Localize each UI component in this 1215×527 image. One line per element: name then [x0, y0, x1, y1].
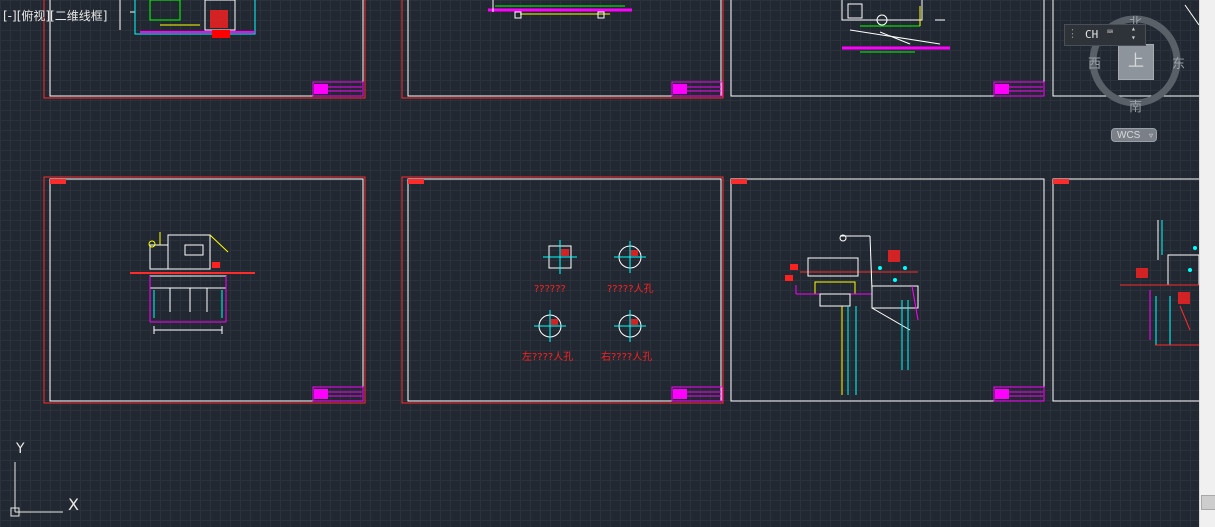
- hole-label-4: 右????人孔: [601, 350, 652, 363]
- sheet-7[interactable]: [730, 178, 1045, 402]
- ucs-y-label: Y: [16, 441, 25, 457]
- sheet-5[interactable]: [43, 176, 366, 404]
- wcs-label: WCS: [1117, 130, 1141, 141]
- ime-language-bar[interactable]: ⋮ CH ⌨ ▴ ▾: [1064, 24, 1146, 46]
- scrollbar-thumb[interactable]: [1201, 495, 1215, 510]
- viewcube-east[interactable]: 东: [1172, 53, 1185, 72]
- hole-label-3: 左????人孔: [522, 350, 573, 363]
- chevron-down-icon: ▿: [1148, 131, 1153, 140]
- drawing-layer: ?????? ?????人孔 左????人孔 右????人孔: [43, 0, 1199, 404]
- hole-square: [543, 240, 577, 274]
- hole-label-1: ??????: [534, 284, 566, 295]
- hole-manhole-2: [534, 310, 566, 342]
- hole-manhole-1: [614, 241, 646, 273]
- sheet-2[interactable]: [401, 0, 724, 99]
- keyboard-icon[interactable]: ⌨: [1107, 27, 1113, 38]
- viewcube-top-face[interactable]: 上: [1118, 44, 1154, 80]
- viewcube-west[interactable]: 西: [1088, 53, 1101, 72]
- hole-manhole-3: [614, 310, 646, 342]
- viewcube-south[interactable]: 南: [1129, 96, 1142, 115]
- wcs-menu-button[interactable]: WCS ▿: [1111, 128, 1157, 142]
- ucs-icon: Y X: [6, 440, 96, 522]
- model-space-canvas[interactable]: ?????? ?????人孔 左????人孔 右????人孔 [-][俯视][二…: [0, 0, 1199, 527]
- ime-grip-icon: ⋮: [1067, 27, 1078, 40]
- vertical-scrollbar[interactable]: [1199, 0, 1215, 527]
- ime-language-label[interactable]: CH: [1085, 28, 1098, 41]
- ime-options-icon[interactable]: ▴ ▾: [1131, 24, 1136, 42]
- sheet-3[interactable]: [730, 0, 1045, 97]
- ucs-x-label: X: [68, 495, 79, 514]
- hole-label-2: ?????人孔: [607, 283, 654, 295]
- viewport-controls-label[interactable]: [-][俯视][二维线框]: [3, 7, 107, 24]
- sheet-8[interactable]: [1052, 178, 1199, 402]
- sheet-6[interactable]: ?????? ?????人孔 左????人孔 右????人孔: [401, 176, 724, 404]
